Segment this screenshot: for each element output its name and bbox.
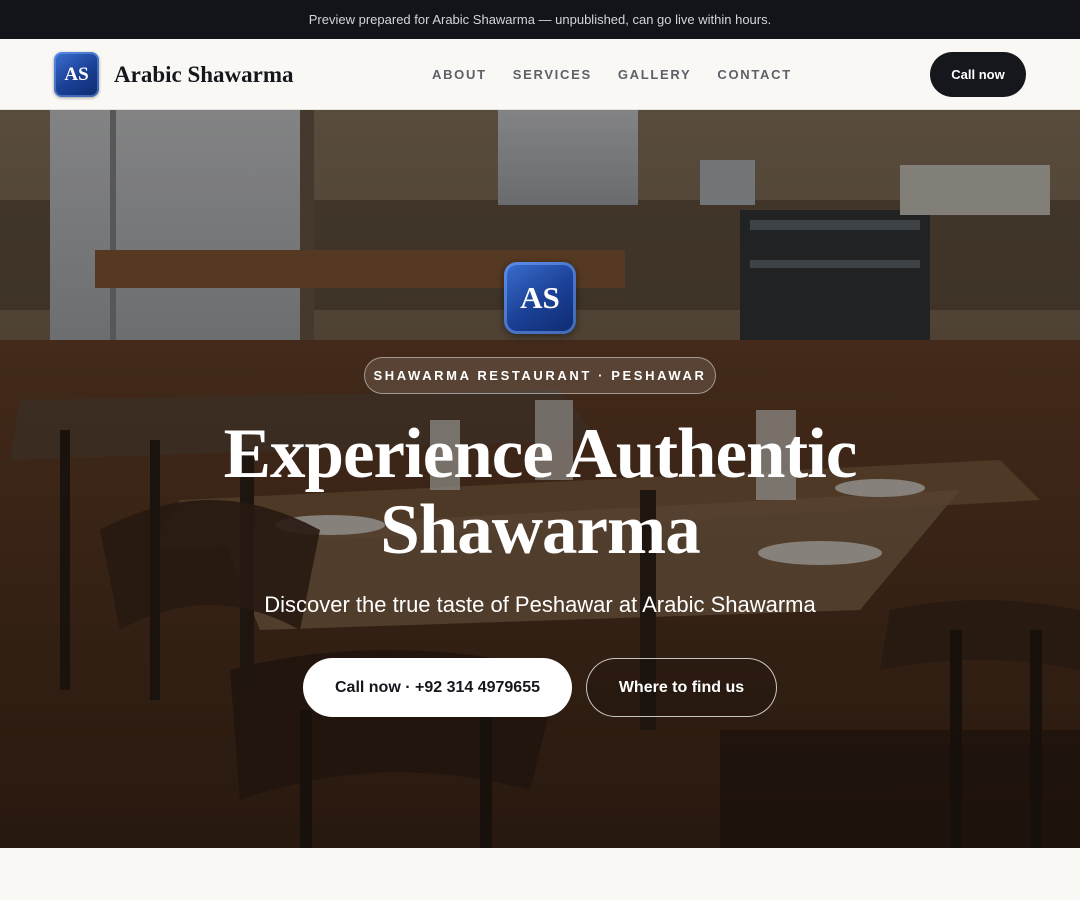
hero-headline-line-1: Experience Authentic (223, 415, 858, 493)
preview-banner-text: Preview prepared for Arabic Shawarma — u… (308, 12, 772, 27)
hero-logo-icon: AS (504, 262, 576, 334)
call-phone-button[interactable]: Call now · +92 314 4979655 (303, 658, 572, 717)
nav-link-contact[interactable]: CONTACT (717, 67, 791, 82)
nav-link-about[interactable]: ABOUT (432, 67, 487, 82)
hero-eyebrow-badge: SHAWARMA RESTAURANT · PESHAWAR (364, 357, 716, 394)
nav-link-services[interactable]: SERVICES (513, 67, 592, 82)
nav-link-gallery[interactable]: GALLERY (618, 67, 692, 82)
where-to-find-us-button[interactable]: Where to find us (586, 658, 777, 717)
brand-name[interactable]: Arabic Shawarma (114, 62, 294, 88)
hero-headline: Experience Authentic Shawarma (140, 416, 940, 568)
brand[interactable]: AS Arabic Shawarma (54, 52, 294, 97)
hero-content: AS SHAWARMA RESTAURANT · PESHAWAR Experi… (0, 110, 1080, 848)
preview-banner: Preview prepared for Arabic Shawarma — u… (0, 0, 1080, 39)
site-header: AS Arabic Shawarma ABOUT SERVICES GALLER… (0, 39, 1080, 110)
main-menu: ABOUT SERVICES GALLERY CONTACT (432, 39, 792, 109)
brand-logo-icon[interactable]: AS (54, 52, 99, 97)
hero-subheadline: Discover the true taste of Peshawar at A… (264, 592, 816, 617)
call-now-button[interactable]: Call now (930, 52, 1026, 97)
hero-section: AS SHAWARMA RESTAURANT · PESHAWAR Experi… (0, 110, 1080, 848)
hero-headline-line-2: Shawarma (380, 491, 700, 569)
